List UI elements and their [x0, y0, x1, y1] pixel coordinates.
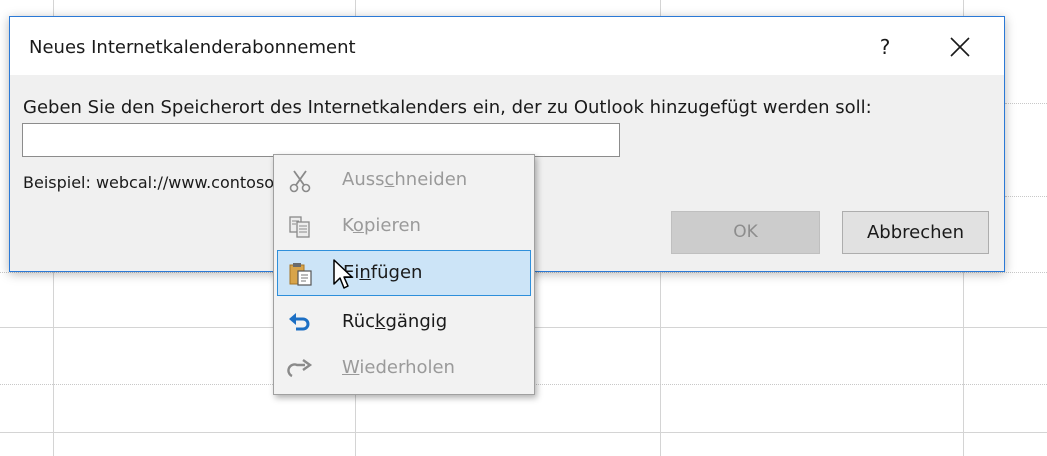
arrow-pointer-icon	[333, 259, 353, 289]
menu-item-redo[interactable]: Wiederholen	[277, 346, 531, 392]
dialog-title: Neues Internetkalenderabonnement	[29, 37, 356, 58]
close-icon	[950, 37, 970, 57]
cancel-button[interactable]: Abbrechen	[842, 211, 989, 254]
calendar-url-input[interactable]	[22, 123, 620, 157]
location-prompt-label: Geben Sie den Speicherort des Internetka…	[23, 97, 872, 118]
close-button[interactable]	[938, 29, 982, 65]
ok-button[interactable]: OK	[671, 211, 820, 254]
menu-item-paste[interactable]: Einfügen	[277, 250, 531, 296]
copy-icon	[289, 216, 310, 238]
title-bar: Neues Internetkalenderabonnement ?	[10, 17, 1004, 75]
scissors-icon	[289, 170, 311, 193]
context-menu: Ausschneiden Kopieren Einfügen Rückgängi…	[273, 154, 535, 395]
menu-item-undo[interactable]: Rückgängig	[277, 300, 531, 346]
help-button[interactable]: ?	[868, 31, 902, 63]
redo-icon	[287, 359, 313, 378]
paste-icon	[289, 263, 312, 286]
menu-item-copy[interactable]: Kopieren	[277, 204, 531, 250]
menu-item-cut[interactable]: Ausschneiden	[277, 158, 531, 204]
undo-icon	[289, 313, 310, 331]
